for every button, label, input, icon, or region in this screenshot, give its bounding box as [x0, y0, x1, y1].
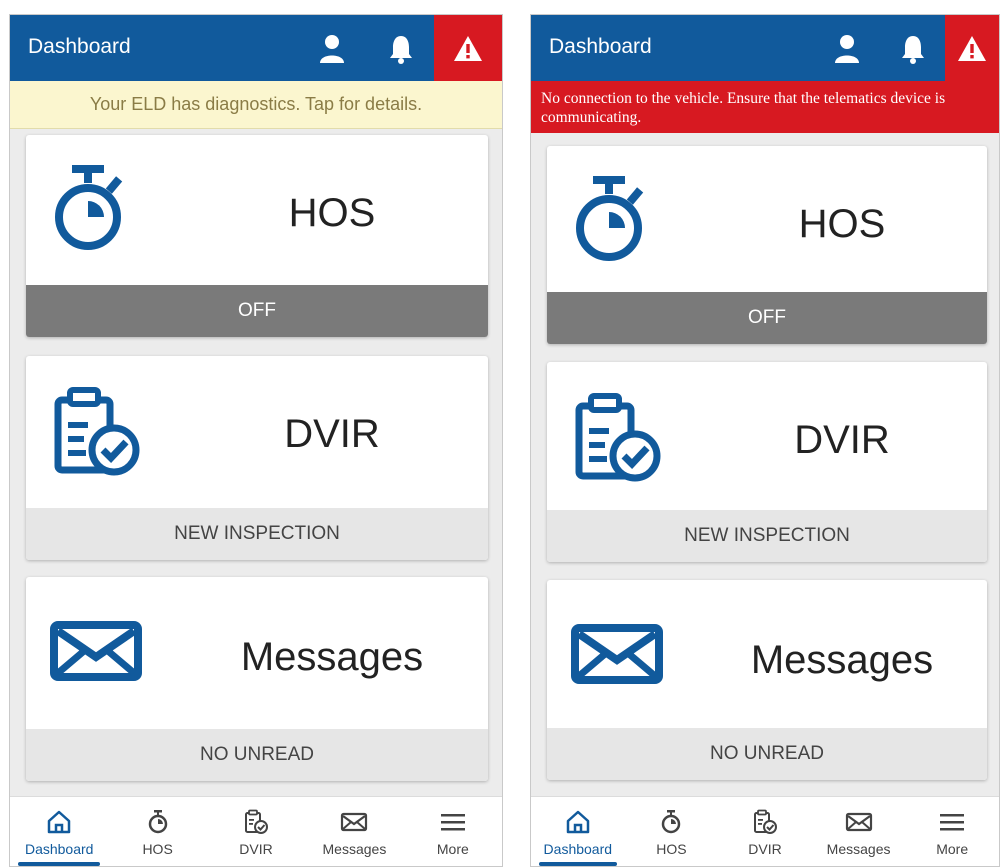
- card-title-dvir: DVIR: [284, 412, 380, 456]
- page-title: Dashboard: [549, 35, 652, 58]
- messages-card[interactable]: Messages NO UNREAD: [547, 580, 987, 780]
- dvir-card[interactable]: DVIR NEW INSPECTION: [547, 362, 987, 562]
- tab-label: Dashboard: [543, 841, 613, 857]
- tab-hos[interactable]: HOS: [625, 797, 719, 866]
- malfunction-banner[interactable]: No connection to the vehicle. Ensure tha…: [531, 81, 999, 133]
- home-icon: [565, 807, 591, 837]
- tab-label: HOS: [656, 841, 687, 857]
- dashboard-screen-malfunction: Dashboard No connection to the vehicle. …: [530, 14, 1000, 867]
- menu-icon: [939, 807, 965, 837]
- messages-status: NO UNREAD: [547, 728, 987, 780]
- envelope-icon: [50, 621, 146, 686]
- tab-dashboard[interactable]: Dashboard: [10, 797, 108, 866]
- bottom-tab-bar: Dashboard HOS DVIR Messages More: [531, 796, 999, 866]
- dvir-new-inspection[interactable]: NEW INSPECTION: [547, 510, 987, 562]
- tab-more[interactable]: More: [905, 797, 999, 866]
- tab-messages[interactable]: Messages: [305, 797, 403, 866]
- warning-icon[interactable]: [945, 15, 999, 81]
- tab-label: Messages: [322, 841, 387, 857]
- dashboard-screen-diagnostic: Dashboard Your ELD has diagnostics. Tap …: [9, 14, 503, 867]
- envelope-icon: [340, 807, 368, 837]
- bottom-tab-bar: Dashboard HOS DVIR Messages More: [10, 796, 502, 866]
- user-icon[interactable]: [312, 29, 352, 69]
- hos-status: OFF: [26, 285, 488, 337]
- hos-card[interactable]: HOS OFF: [26, 135, 488, 337]
- tab-dvir[interactable]: DVIR: [207, 797, 305, 866]
- tab-label: HOS: [142, 841, 173, 857]
- tab-label: DVIR: [748, 841, 782, 857]
- tab-dvir[interactable]: DVIR: [718, 797, 812, 866]
- clipboard-check-icon: [752, 807, 778, 837]
- tab-messages[interactable]: Messages: [812, 797, 906, 866]
- menu-icon: [440, 807, 466, 837]
- home-icon: [46, 807, 72, 837]
- diagnostic-banner[interactable]: Your ELD has diagnostics. Tap for detail…: [10, 81, 502, 129]
- tab-label: Dashboard: [24, 841, 94, 857]
- app-bar: Dashboard: [531, 15, 999, 81]
- tab-dashboard[interactable]: Dashboard: [531, 797, 625, 866]
- dvir-new-inspection[interactable]: NEW INSPECTION: [26, 508, 488, 560]
- card-title-messages: Messages: [240, 635, 424, 679]
- card-title-messages: Messages: [750, 638, 934, 682]
- clipboard-check-icon: [243, 807, 269, 837]
- stopwatch-icon: [659, 807, 683, 837]
- warning-icon[interactable]: [434, 15, 502, 81]
- hos-status: OFF: [547, 292, 987, 344]
- stopwatch-icon: [146, 807, 170, 837]
- user-icon[interactable]: [827, 29, 867, 69]
- stopwatch-icon: [571, 172, 651, 273]
- page-title: Dashboard: [28, 35, 131, 58]
- card-title-dvir: DVIR: [794, 418, 890, 462]
- stopwatch-icon: [50, 161, 130, 262]
- tab-label: More: [936, 841, 969, 857]
- messages-card[interactable]: Messages NO UNREAD: [26, 577, 488, 781]
- card-title-hos: HOS: [288, 191, 376, 235]
- clipboard-check-icon: [571, 392, 667, 489]
- messages-status: NO UNREAD: [26, 729, 488, 781]
- tab-label: More: [436, 841, 469, 857]
- hos-card[interactable]: HOS OFF: [547, 146, 987, 344]
- clipboard-check-icon: [50, 386, 146, 483]
- tab-more[interactable]: More: [404, 797, 502, 866]
- card-title-hos: HOS: [798, 202, 886, 246]
- tab-label: DVIR: [239, 841, 273, 857]
- envelope-icon: [571, 624, 667, 689]
- dvir-card[interactable]: DVIR NEW INSPECTION: [26, 356, 488, 560]
- envelope-icon: [845, 807, 873, 837]
- bell-icon[interactable]: [893, 29, 933, 69]
- tab-hos[interactable]: HOS: [108, 797, 206, 866]
- bell-icon[interactable]: [381, 29, 421, 69]
- tab-label: Messages: [826, 841, 891, 857]
- app-bar: Dashboard: [10, 15, 502, 81]
